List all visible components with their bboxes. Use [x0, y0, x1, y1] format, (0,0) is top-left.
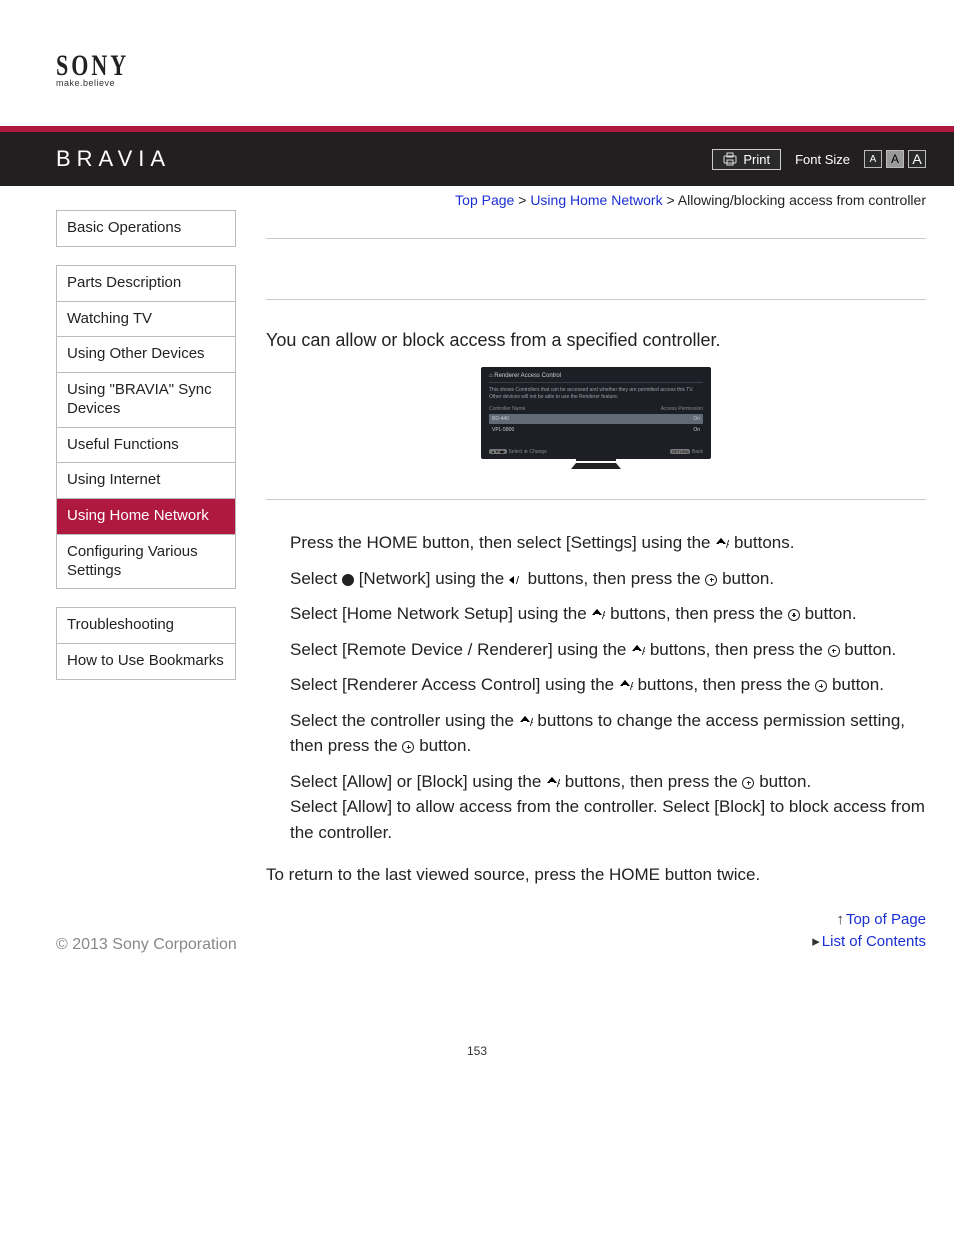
final-note: To return to the last viewed source, pre…	[266, 865, 926, 885]
tv-screen: ⌂ Renderer Access Control This shows Con…	[481, 367, 711, 459]
breadcrumb-sep: >	[518, 192, 526, 208]
enter-icon	[705, 574, 717, 586]
enter-icon	[828, 645, 840, 657]
enter-icon	[788, 609, 800, 621]
step-1: Press the HOME button, then select [Sett…	[290, 530, 926, 556]
breadcrumb: Top Page > Using Home Network > Allowing…	[266, 192, 926, 208]
steps: Press the HOME button, then select [Sett…	[290, 530, 926, 845]
caret-right-icon: ▸	[812, 933, 820, 950]
left-right-icon	[509, 574, 523, 586]
sidebar-item-other-devices[interactable]: Using Other Devices	[57, 337, 235, 373]
up-down-icon	[715, 538, 729, 550]
sidebar-item-using-internet[interactable]: Using Internet	[57, 463, 235, 499]
tv-columns: Controller NameAccess Permission	[489, 406, 703, 412]
enter-icon	[815, 680, 827, 692]
font-size-label: Font Size	[795, 152, 850, 167]
step-3: Select [Home Network Setup] using the bu…	[290, 601, 926, 627]
step-4: Select [Remote Device / Renderer] using …	[290, 637, 926, 663]
step-6: Select the controller using the buttons …	[290, 708, 926, 759]
sidebar-item-bravia-sync[interactable]: Using "BRAVIA" Sync Devices	[57, 373, 235, 428]
main-content: Top Page > Using Home Network > Allowing…	[266, 186, 926, 954]
copyright: © 2013 Sony Corporation	[56, 936, 237, 954]
font-size-medium[interactable]: A	[886, 150, 904, 168]
globe-icon	[342, 574, 354, 586]
tv-title: ⌂ Renderer Access Control	[489, 373, 703, 383]
tv-stand	[571, 463, 621, 469]
breadcrumb-sep: >	[666, 192, 674, 208]
up-down-icon	[631, 645, 645, 657]
separator	[266, 299, 926, 300]
sony-logo: SONY	[56, 48, 954, 83]
sidebar-group-1: Basic Operations	[56, 210, 236, 247]
sidebar-group-3: Troubleshooting How to Use Bookmarks	[56, 607, 236, 680]
sidebar-item-basic-operations[interactable]: Basic Operations	[57, 211, 235, 246]
tv-row: BD-440On	[489, 414, 703, 424]
separator	[266, 499, 926, 500]
print-button[interactable]: Print	[712, 149, 781, 170]
page-number: 153	[0, 1044, 954, 1088]
print-label: Print	[743, 152, 770, 167]
breadcrumb-mid[interactable]: Using Home Network	[530, 192, 662, 208]
sidebar-item-home-network[interactable]: Using Home Network	[57, 499, 235, 535]
sidebar-item-watching-tv[interactable]: Watching TV	[57, 302, 235, 338]
breadcrumb-top[interactable]: Top Page	[455, 192, 514, 208]
font-size-picker: A A A	[864, 150, 926, 168]
font-size-small[interactable]: A	[864, 150, 882, 168]
sidebar-item-useful-functions[interactable]: Useful Functions	[57, 428, 235, 464]
sidebar: Basic Operations Parts Description Watch…	[56, 186, 236, 954]
tv-row: VPL-5800On	[489, 425, 703, 435]
intro-text: You can allow or block access from a spe…	[266, 330, 926, 351]
tv-desc: This shows Controllers that can be acces…	[489, 387, 703, 400]
tv-footer: ▲▼◀▶ Select ⊕ Change RETURN Back	[489, 449, 703, 455]
font-size-large[interactable]: A	[908, 150, 926, 168]
sidebar-item-bookmarks[interactable]: How to Use Bookmarks	[57, 644, 235, 679]
up-down-icon	[591, 609, 605, 621]
sidebar-item-troubleshooting[interactable]: Troubleshooting	[57, 608, 235, 644]
up-down-icon	[546, 777, 560, 789]
up-down-icon	[519, 716, 533, 728]
sidebar-group-2: Parts Description Watching TV Using Othe…	[56, 265, 236, 590]
enter-icon	[742, 777, 754, 789]
top-bar: BRAVIA Print Font Size A A A	[0, 132, 954, 186]
sidebar-item-configuring-settings[interactable]: Configuring Various Settings	[57, 535, 235, 589]
step-2: Select [Network] using the buttons, then…	[290, 566, 926, 592]
enter-icon	[402, 741, 414, 753]
tv-neck	[576, 459, 616, 461]
separator	[266, 238, 926, 239]
tv-mock: ⌂ Renderer Access Control This shows Con…	[481, 367, 711, 469]
step-5: Select [Renderer Access Control] using t…	[290, 672, 926, 698]
up-down-icon	[619, 680, 633, 692]
brand-header: SONY make.believe	[0, 0, 954, 88]
breadcrumb-current: Allowing/blocking access from controller	[678, 192, 926, 208]
bottom-links: ↑Top of Page ▸List of Contents	[266, 911, 926, 950]
sidebar-item-parts-description[interactable]: Parts Description	[57, 266, 235, 302]
product-name: BRAVIA	[56, 146, 171, 172]
top-of-page-link[interactable]: ↑Top of Page	[266, 911, 926, 928]
step-7: Select [Allow] or [Block] using the butt…	[290, 769, 926, 846]
arrow-up-icon: ↑	[836, 911, 844, 928]
print-icon	[723, 152, 737, 166]
list-of-contents-link[interactable]: ▸List of Contents	[266, 932, 926, 950]
